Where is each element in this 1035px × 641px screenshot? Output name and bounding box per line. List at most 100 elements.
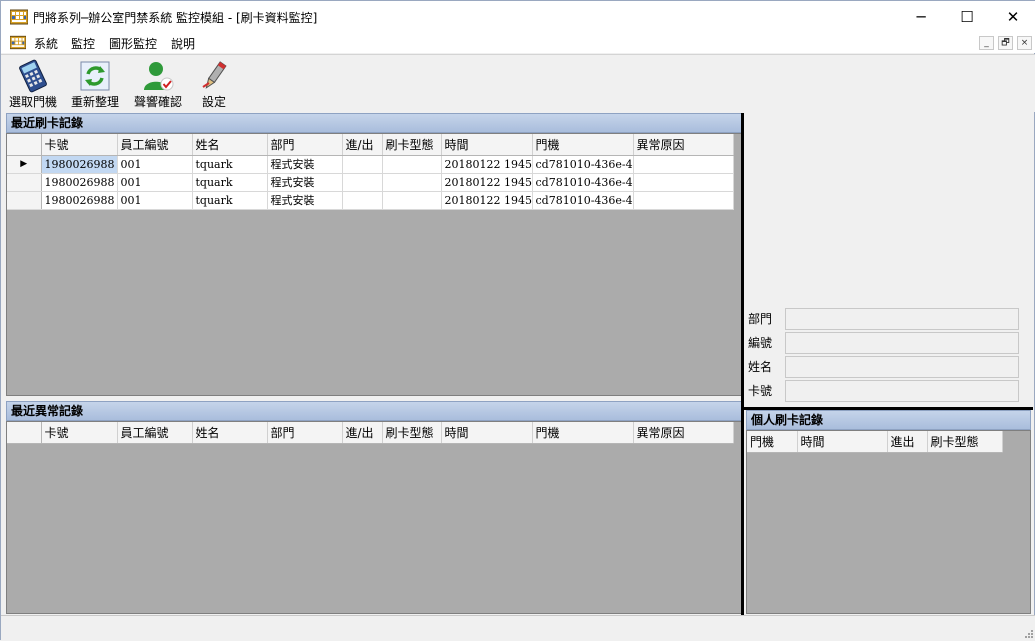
column-header-abnormal-reason[interactable]: 異常原因 (633, 422, 734, 444)
card-field (785, 380, 1019, 402)
cell-in-out[interactable] (342, 191, 383, 210)
column-header-door[interactable]: 門機 (532, 134, 634, 156)
window-title: 門將系列─辦公室門禁系統 監控模組 - [刷卡資料監控] (33, 11, 318, 25)
cell-name[interactable]: tquark (192, 155, 268, 174)
column-header-in-out[interactable]: 進/出 (342, 422, 383, 444)
cell-time[interactable]: 20180122 1945 (441, 173, 533, 192)
cell-employee-no[interactable]: 001 (117, 173, 193, 192)
table-row[interactable]: 1980026988 001 tquark 程式安裝 20180122 1945… (7, 173, 734, 192)
column-header-employee-no[interactable]: 員工編號 (117, 422, 193, 444)
cell-card-no[interactable]: 1980026988 (41, 173, 118, 192)
cell-employee-no[interactable]: 001 (117, 191, 193, 210)
refresh-icon (80, 61, 110, 91)
column-header-abnormal-reason[interactable]: 異常原因 (633, 134, 734, 156)
panel-splitter[interactable] (741, 113, 744, 615)
cell-swipe-type[interactable] (382, 191, 442, 210)
column-header-in-out[interactable]: 進出 (887, 431, 928, 453)
recent-records-table: 卡號 員工編號 姓名 部門 進/出 刷卡型態 時間 門機 異常原因 ▶ 1980… (7, 134, 734, 210)
menu-help[interactable]: 說明 (171, 35, 195, 52)
column-header-name[interactable]: 姓名 (192, 134, 268, 156)
personal-records-table: 門機 時間 進出 刷卡型態 (747, 431, 1003, 453)
user-check-icon (144, 62, 174, 91)
minimize-button[interactable]: ─ (898, 1, 944, 33)
cell-door[interactable]: cd781010-436e-42f (532, 155, 634, 174)
cell-swipe-type[interactable] (382, 155, 442, 174)
column-header-time[interactable]: 時間 (441, 134, 533, 156)
select-door-button[interactable]: 選取門機 (9, 59, 57, 110)
select-door-label: 選取門機 (9, 95, 58, 109)
column-header-door[interactable]: 門機 (747, 431, 798, 453)
close-button[interactable]: ✕ (990, 1, 1035, 33)
recent-records-grid[interactable]: 卡號 員工編號 姓名 部門 進/出 刷卡型態 時間 門機 異常原因 ▶ 1980… (6, 133, 742, 396)
column-header-department[interactable]: 部門 (267, 134, 343, 156)
abnormal-records-grid[interactable]: 卡號 員工編號 姓名 部門 進/出 刷卡型態 時間 門機 異常原因 (6, 421, 742, 614)
mdi-minimize-button[interactable]: _ (979, 36, 994, 50)
number-label: 編號 (748, 336, 773, 350)
name-field (785, 356, 1019, 378)
cell-department[interactable]: 程式安裝 (267, 191, 343, 210)
cell-in-out[interactable] (342, 155, 383, 174)
cell-time[interactable]: 20180122 1945 (441, 191, 533, 210)
name-label: 姓名 (748, 360, 773, 374)
cell-abnormal-reason[interactable] (633, 173, 734, 192)
column-header-time[interactable]: 時間 (441, 422, 533, 444)
abnormal-records-table: 卡號 員工編號 姓名 部門 進/出 刷卡型態 時間 門機 異常原因 (7, 422, 734, 444)
settings-button[interactable]: 設定 (197, 59, 231, 110)
maximize-button[interactable]: ☐ (944, 1, 990, 33)
menu-graphic-monitor[interactable]: 圖形監控 (109, 35, 157, 52)
cell-employee-no[interactable]: 001 (117, 155, 193, 174)
row-header[interactable] (7, 173, 42, 192)
calculator-device-icon (19, 59, 47, 93)
sound-confirm-button[interactable]: 聲響確認 (134, 59, 182, 110)
mdi-close-button[interactable]: × (1017, 36, 1032, 50)
sound-confirm-label: 聲響確認 (134, 95, 183, 109)
row-header[interactable] (7, 191, 42, 210)
column-header-door[interactable]: 門機 (532, 422, 634, 444)
cell-abnormal-reason[interactable] (633, 155, 734, 174)
personal-records-grid[interactable]: 門機 時間 進出 刷卡型態 (746, 430, 1031, 614)
cell-department[interactable]: 程式安裝 (267, 155, 343, 174)
column-header-department[interactable]: 部門 (267, 422, 343, 444)
abnormal-header-row: 卡號 員工編號 姓名 部門 進/出 刷卡型態 時間 門機 異常原因 (7, 422, 734, 444)
column-header-swipe-type[interactable]: 刷卡型態 (382, 134, 442, 156)
column-header-time[interactable]: 時間 (797, 431, 888, 453)
column-header-in-out[interactable]: 進/出 (342, 134, 383, 156)
cell-in-out[interactable] (342, 173, 383, 192)
abnormal-records-header: 最近異常記錄 (6, 401, 742, 421)
column-header-name[interactable]: 姓名 (192, 422, 268, 444)
cell-abnormal-reason[interactable] (633, 191, 734, 210)
row-header-corner (7, 134, 42, 156)
personal-header-row: 門機 時間 進出 刷卡型態 (747, 431, 1003, 453)
department-field (785, 308, 1019, 330)
resize-grip-icon[interactable] (1023, 628, 1033, 638)
cell-card-no[interactable]: 1980026988 (41, 155, 118, 174)
cell-name[interactable]: tquark (192, 191, 268, 210)
recent-header-row: 卡號 員工編號 姓名 部門 進/出 刷卡型態 時間 門機 異常原因 (7, 134, 734, 156)
cell-department[interactable]: 程式安裝 (267, 173, 343, 192)
department-label: 部門 (748, 312, 773, 326)
status-bar (1, 615, 1035, 641)
personal-records-header: 個人刷卡記錄 (746, 410, 1031, 430)
cell-swipe-type[interactable] (382, 173, 442, 192)
column-header-swipe-type[interactable]: 刷卡型態 (927, 431, 1003, 453)
cell-card-no[interactable]: 1980026988 (41, 191, 118, 210)
column-header-swipe-type[interactable]: 刷卡型態 (382, 422, 442, 444)
title-bar[interactable]: 門將系列─辦公室門禁系統 監控模組 - [刷卡資料監控] ─ ☐ ✕ (1, 1, 1035, 33)
mdi-restore-button[interactable]: 🗗 (998, 36, 1013, 50)
cell-door[interactable]: cd781010-436e-42f (532, 173, 634, 192)
menu-bar: 系統 監控 圖形監控 說明 (1, 33, 1035, 53)
column-header-card-no[interactable]: 卡號 (41, 422, 118, 444)
refresh-button[interactable]: 重新整理 (71, 59, 119, 110)
column-header-employee-no[interactable]: 員工編號 (117, 134, 193, 156)
menu-monitor[interactable]: 監控 (71, 35, 95, 52)
menu-system[interactable]: 系統 (34, 35, 58, 52)
cell-time[interactable]: 20180122 1945 (441, 155, 533, 174)
cell-name[interactable]: tquark (192, 173, 268, 192)
table-row[interactable]: 1980026988 001 tquark 程式安裝 20180122 1945… (7, 191, 734, 210)
column-header-card-no[interactable]: 卡號 (41, 134, 118, 156)
current-row-marker[interactable]: ▶ (7, 155, 42, 174)
table-row[interactable]: ▶ 1980026988 001 tquark 程式安裝 20180122 19… (7, 155, 734, 174)
cell-door[interactable]: cd781010-436e-42f (532, 191, 634, 210)
refresh-label: 重新整理 (71, 95, 120, 109)
app-window: 門將系列─辦公室門禁系統 監控模組 - [刷卡資料監控] ─ ☐ ✕ 系統 監控… (0, 0, 1035, 641)
